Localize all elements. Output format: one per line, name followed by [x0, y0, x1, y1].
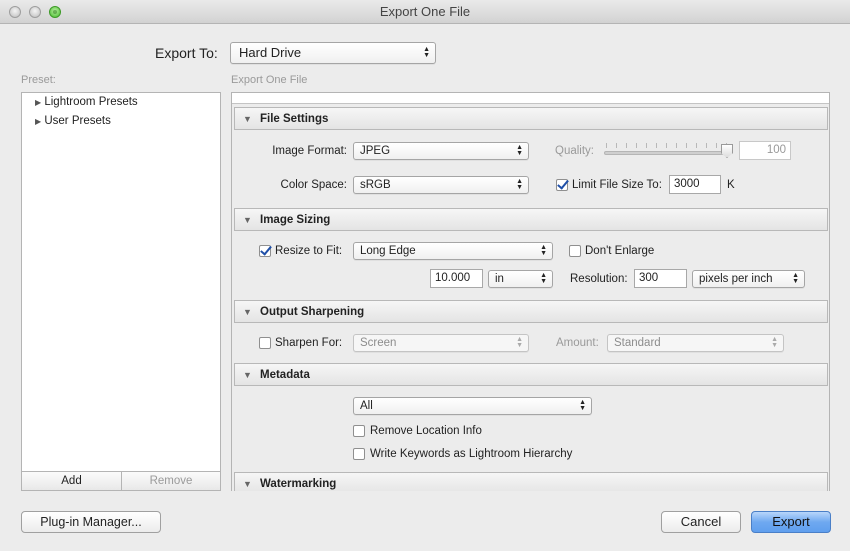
popup-arrows-icon: ▲ ▼: [516, 336, 523, 349]
quality-label: Quality:: [555, 145, 594, 157]
limit-file-size-checkbox[interactable]: [556, 179, 568, 191]
sharpen-for-label: Sharpen For:: [275, 337, 343, 349]
size-field[interactable]: 10.000: [430, 269, 483, 288]
dont-enlarge-checkbox[interactable]: [569, 245, 581, 257]
sharpen-for-value: Screen: [360, 337, 397, 349]
resolution-unit-value: pixels per inch: [699, 273, 773, 285]
color-space-label: Color Space:: [280, 179, 347, 191]
collapse-triangle-icon: ▼: [243, 307, 252, 317]
resolution-label: Resolution:: [570, 273, 628, 285]
popup-arrows-icon: ▲ ▼: [516, 178, 523, 191]
file-settings-header[interactable]: ▼ File Settings: [234, 107, 828, 130]
section-title: Metadata: [260, 369, 310, 381]
cancel-button[interactable]: Cancel: [661, 511, 741, 533]
export-to-label: Export To:: [155, 45, 218, 61]
settings-top-strip: [232, 93, 829, 104]
amount-value: Standard: [614, 337, 661, 349]
settings-panel: ▼ File Settings Image Format: JPEG ▲ ▼ Qu…: [231, 92, 830, 491]
sharpen-for-checkbox[interactable]: [259, 337, 271, 349]
preset-item-label: User Presets: [44, 115, 111, 127]
image-format-label: Image Format:: [272, 145, 347, 157]
limit-file-size-label: Limit File Size To:: [572, 179, 662, 191]
export-to-popup[interactable]: Hard Drive ▲ ▼: [230, 42, 436, 64]
plugin-manager-button[interactable]: Plug-in Manager...: [21, 511, 161, 533]
collapse-triangle-icon: ▼: [243, 479, 252, 489]
quality-slider[interactable]: [604, 151, 730, 155]
window-title: Export One File: [379, 4, 471, 19]
resolution-unit-popup[interactable]: pixels per inch ▲ ▼: [692, 270, 805, 288]
resolution-field[interactable]: 300: [634, 269, 687, 288]
resize-to-fit-checkbox[interactable]: [259, 245, 271, 257]
size-unit-value: in: [495, 273, 504, 285]
export-to-value: Hard Drive: [239, 45, 302, 60]
quality-slider-ticks: [606, 143, 727, 148]
size-unit-popup[interactable]: in ▲ ▼: [488, 270, 553, 288]
limit-file-size-field[interactable]: 3000: [669, 175, 721, 194]
popup-arrows-icon: ▲ ▼: [771, 336, 778, 349]
limit-file-size-unit: K: [727, 179, 735, 191]
image-format-popup[interactable]: JPEG ▲ ▼: [353, 142, 529, 160]
section-title: Watermarking: [260, 478, 337, 490]
remove-location-label: Remove Location Info: [370, 425, 482, 437]
color-space-value: sRGB: [360, 179, 391, 191]
amount-popup[interactable]: Standard ▲ ▼: [607, 334, 784, 352]
section-title: Output Sharpening: [260, 306, 365, 318]
section-title: Image Sizing: [260, 214, 331, 226]
preset-list: ▶ Lightroom Presets ▶ User Presets Add R…: [21, 92, 221, 491]
popup-arrows-icon: ▲ ▼: [540, 244, 547, 257]
collapse-triangle-icon: ▼: [243, 370, 252, 380]
collapse-triangle-icon: ▼: [243, 215, 252, 225]
resize-to-fit-value: Long Edge: [360, 245, 416, 257]
section-title: File Settings: [260, 113, 329, 125]
preset-item-lightroom[interactable]: ▶ Lightroom Presets: [35, 96, 138, 108]
sharpen-for-popup[interactable]: Screen ▲ ▼: [353, 334, 529, 352]
preset-item-label: Lightroom Presets: [44, 96, 138, 108]
image-sizing-header[interactable]: ▼ Image Sizing: [234, 208, 828, 231]
watermarking-header[interactable]: ▼ Watermarking: [234, 472, 828, 491]
metadata-header[interactable]: ▼ Metadata: [234, 363, 828, 386]
remove-preset-button[interactable]: Remove: [122, 471, 220, 490]
write-keywords-label: Write Keywords as Lightroom Hierarchy: [370, 448, 573, 460]
metadata-include-popup[interactable]: All ▲ ▼: [353, 397, 592, 415]
export-button[interactable]: Export: [751, 511, 831, 533]
write-keywords-checkbox[interactable]: [353, 448, 365, 460]
quality-slider-knob[interactable]: [721, 144, 733, 158]
color-space-popup[interactable]: sRGB ▲ ▼: [353, 176, 529, 194]
collapse-triangle-icon: ▼: [243, 114, 252, 124]
popup-arrows-icon: ▲ ▼: [423, 46, 430, 59]
popup-arrows-icon: ▲ ▼: [792, 272, 799, 285]
resize-to-fit-popup[interactable]: Long Edge ▲ ▼: [353, 242, 553, 260]
disclosure-triangle-icon[interactable]: ▶: [35, 98, 41, 107]
preset-item-user[interactable]: ▶ User Presets: [35, 115, 111, 127]
output-sharpening-header[interactable]: ▼ Output Sharpening: [234, 300, 828, 323]
popup-arrows-icon: ▲ ▼: [540, 272, 547, 285]
metadata-include-value: All: [360, 400, 373, 412]
popup-arrows-icon: ▲ ▼: [579, 399, 586, 412]
resize-to-fit-label: Resize to Fit:: [275, 245, 343, 257]
remove-location-checkbox[interactable]: [353, 425, 365, 437]
image-format-value: JPEG: [360, 145, 391, 157]
settings-title: Export One File: [231, 74, 308, 86]
quality-field[interactable]: 100: [739, 141, 791, 160]
amount-label: Amount:: [556, 337, 599, 349]
disclosure-triangle-icon[interactable]: ▶: [35, 117, 41, 126]
popup-arrows-icon: ▲ ▼: [516, 144, 523, 157]
add-preset-button[interactable]: Add: [22, 471, 122, 490]
dont-enlarge-label: Don't Enlarge: [585, 245, 655, 257]
preset-label: Preset:: [21, 74, 56, 86]
